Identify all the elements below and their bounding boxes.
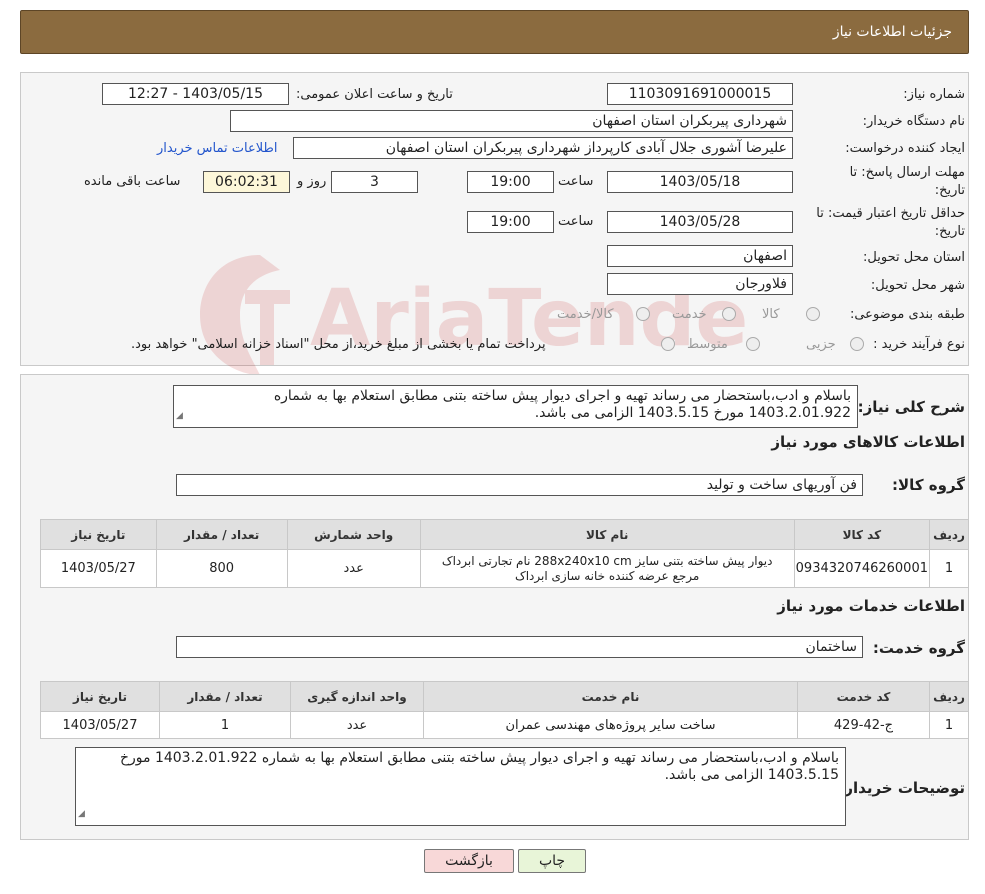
treasury-checkbox[interactable] bbox=[661, 337, 675, 351]
cell-code: ج-42-429 bbox=[797, 711, 930, 739]
cell-qty: 1 bbox=[159, 711, 291, 739]
city-label: شهر محل تحویل: bbox=[870, 278, 965, 293]
services-table-wrap: ردیف کد خدمت نام خدمت واحد اندازه گیری ت… bbox=[40, 681, 969, 739]
cell-name: ساخت سایر پروژه‌های مهندسی عمران bbox=[423, 711, 798, 739]
treasury-note: پرداخت تمام یا بخشی از مبلغ خرید،از محل … bbox=[131, 337, 546, 352]
services-section-title: اطلاعات خدمات مورد نیاز bbox=[777, 597, 965, 615]
goods-section-title: اطلاعات کالاهای مورد نیاز bbox=[771, 433, 965, 451]
goods-group-label: گروه کالا: bbox=[892, 476, 965, 494]
announce-datetime-field: 1403/05/15 - 12:27 bbox=[102, 83, 289, 105]
col-row: ردیف bbox=[929, 681, 969, 712]
buyer-contact-link[interactable]: اطلاعات تماس خریدار bbox=[157, 141, 277, 156]
cell-row: 1 bbox=[929, 549, 969, 588]
need-number-label: شماره نیاز: bbox=[903, 87, 965, 102]
col-qty: تعداد / مقدار bbox=[159, 681, 291, 712]
services-group-label: گروه خدمت: bbox=[872, 639, 965, 657]
province-label: استان محل تحویل: bbox=[863, 250, 965, 265]
buyer-notes-label: توضیحات خریدار: bbox=[838, 779, 965, 797]
purchase-medium-radio[interactable] bbox=[746, 337, 760, 351]
buyer-org-field: شهرداری پیربکران استان اصفهان bbox=[230, 110, 793, 132]
category-both-label: کالا/خدمت bbox=[557, 307, 614, 322]
reply-days-label: روز و bbox=[297, 174, 327, 189]
creator-field: علیرضا آشوری جلال آبادی کارپرداز شهرداری… bbox=[293, 137, 793, 159]
resize-grip-icon[interactable]: ◢ bbox=[176, 408, 183, 425]
category-goods-label: کالا bbox=[762, 307, 780, 322]
cell-unit: عدد bbox=[286, 549, 421, 588]
description-label: شرح کلی نیاز: bbox=[857, 398, 965, 416]
goods-table-header: ردیف کد کالا نام کالا واحد شمارش تعداد /… bbox=[40, 519, 969, 550]
purchase-minor-label: جزیی bbox=[806, 337, 836, 352]
category-service-radio[interactable] bbox=[722, 307, 736, 321]
col-date: تاریخ نیاز bbox=[40, 519, 157, 550]
cell-qty: 800 bbox=[155, 549, 288, 588]
col-date: تاریخ نیاز bbox=[40, 681, 160, 712]
reply-deadline-label-2: تاریخ: bbox=[934, 183, 965, 198]
description-text: باسلام و ادب،باستحضار می رساند تهیه و اج… bbox=[273, 388, 851, 421]
cell-name: دیوار پیش ساخته بتنی سایز 288x240x10 cm … bbox=[419, 549, 795, 588]
page-title: جزئیات اطلاعات نیاز bbox=[832, 24, 952, 40]
cell-row: 1 bbox=[929, 711, 969, 739]
purchase-type-label: نوع فرآیند خرید : bbox=[873, 337, 965, 352]
table-row: 1 0934320746260001 دیوار پیش ساخته بتنی … bbox=[40, 549, 969, 588]
cell-date: 1403/05/27 bbox=[40, 711, 160, 739]
col-name: نام خدمت bbox=[423, 681, 798, 712]
buyer-notes-text: باسلام و ادب،باستحضار می رساند تهیه و اج… bbox=[119, 750, 839, 783]
goods-table: ردیف کد کالا نام کالا واحد شمارش تعداد /… bbox=[40, 519, 969, 588]
cell-code: 0934320746260001 bbox=[793, 549, 931, 588]
province-field: اصفهان bbox=[607, 245, 793, 267]
reply-deadline-label: مهلت ارسال پاسخ: تا bbox=[849, 165, 965, 180]
page-header: جزئیات اطلاعات نیاز bbox=[20, 10, 969, 54]
back-button[interactable]: بازگشت bbox=[424, 849, 514, 873]
city-field: فلاورجان bbox=[607, 273, 793, 295]
buyer-org-label: نام دستگاه خریدار: bbox=[862, 114, 965, 129]
col-unit: واحد شمارش bbox=[286, 519, 421, 550]
description-textarea[interactable]: باسلام و ادب،باستحضار می رساند تهیه و اج… bbox=[173, 385, 858, 428]
category-label: طبقه بندی موضوعی: bbox=[849, 307, 965, 322]
buyer-notes-textarea[interactable]: باسلام و ادب،باستحضار می رساند تهیه و اج… bbox=[75, 747, 846, 826]
category-both-radio[interactable] bbox=[636, 307, 650, 321]
price-validity-date-field: 1403/05/28 bbox=[607, 211, 793, 233]
col-code: کد کالا bbox=[793, 519, 931, 550]
reply-time-field: 19:00 bbox=[467, 171, 554, 193]
services-table: ردیف کد خدمت نام خدمت واحد اندازه گیری ت… bbox=[40, 681, 969, 739]
cell-date: 1403/05/27 bbox=[40, 549, 157, 588]
table-row: 1 ج-42-429 ساخت سایر پروژه‌های مهندسی عم… bbox=[40, 711, 969, 739]
goods-table-wrap: ردیف کد کالا نام کالا واحد شمارش تعداد /… bbox=[40, 519, 969, 588]
remaining-time-field: 06:02:31 bbox=[203, 171, 290, 193]
price-validity-label: حداقل تاریخ اعتبار قیمت: تا bbox=[816, 206, 965, 221]
purchase-medium-label: متوسط bbox=[687, 337, 728, 352]
category-service-label: خدمت bbox=[672, 307, 707, 322]
reply-time-label: ساعت bbox=[558, 174, 594, 189]
creator-label: ایجاد کننده درخواست: bbox=[845, 141, 965, 156]
price-validity-label-2: تاریخ: bbox=[934, 224, 965, 239]
category-goods-radio[interactable] bbox=[806, 307, 820, 321]
reply-date-field: 1403/05/18 bbox=[607, 171, 793, 193]
col-unit: واحد اندازه گیری bbox=[290, 681, 424, 712]
col-qty: تعداد / مقدار bbox=[155, 519, 288, 550]
announce-datetime-label: تاریخ و ساعت اعلان عمومی: bbox=[296, 87, 453, 102]
print-button[interactable]: چاپ bbox=[518, 849, 586, 873]
price-validity-time-field: 19:00 bbox=[467, 211, 554, 233]
need-number-field: 1103091691000015 bbox=[607, 83, 793, 105]
col-name: نام کالا bbox=[419, 519, 795, 550]
remaining-time-label: ساعت باقی مانده bbox=[84, 174, 181, 189]
services-table-header: ردیف کد خدمت نام خدمت واحد اندازه گیری ت… bbox=[40, 681, 969, 712]
price-validity-time-label: ساعت bbox=[558, 214, 594, 229]
resize-grip-icon[interactable]: ◢ bbox=[78, 806, 85, 823]
goods-group-field: فن آوریهای ساخت و تولید bbox=[176, 474, 863, 496]
services-group-field: ساختمان bbox=[176, 636, 863, 658]
col-row: ردیف bbox=[929, 519, 969, 550]
purchase-minor-radio[interactable] bbox=[850, 337, 864, 351]
reply-days-field: 3 bbox=[331, 171, 418, 193]
col-code: کد خدمت bbox=[797, 681, 930, 712]
cell-unit: عدد bbox=[290, 711, 424, 739]
